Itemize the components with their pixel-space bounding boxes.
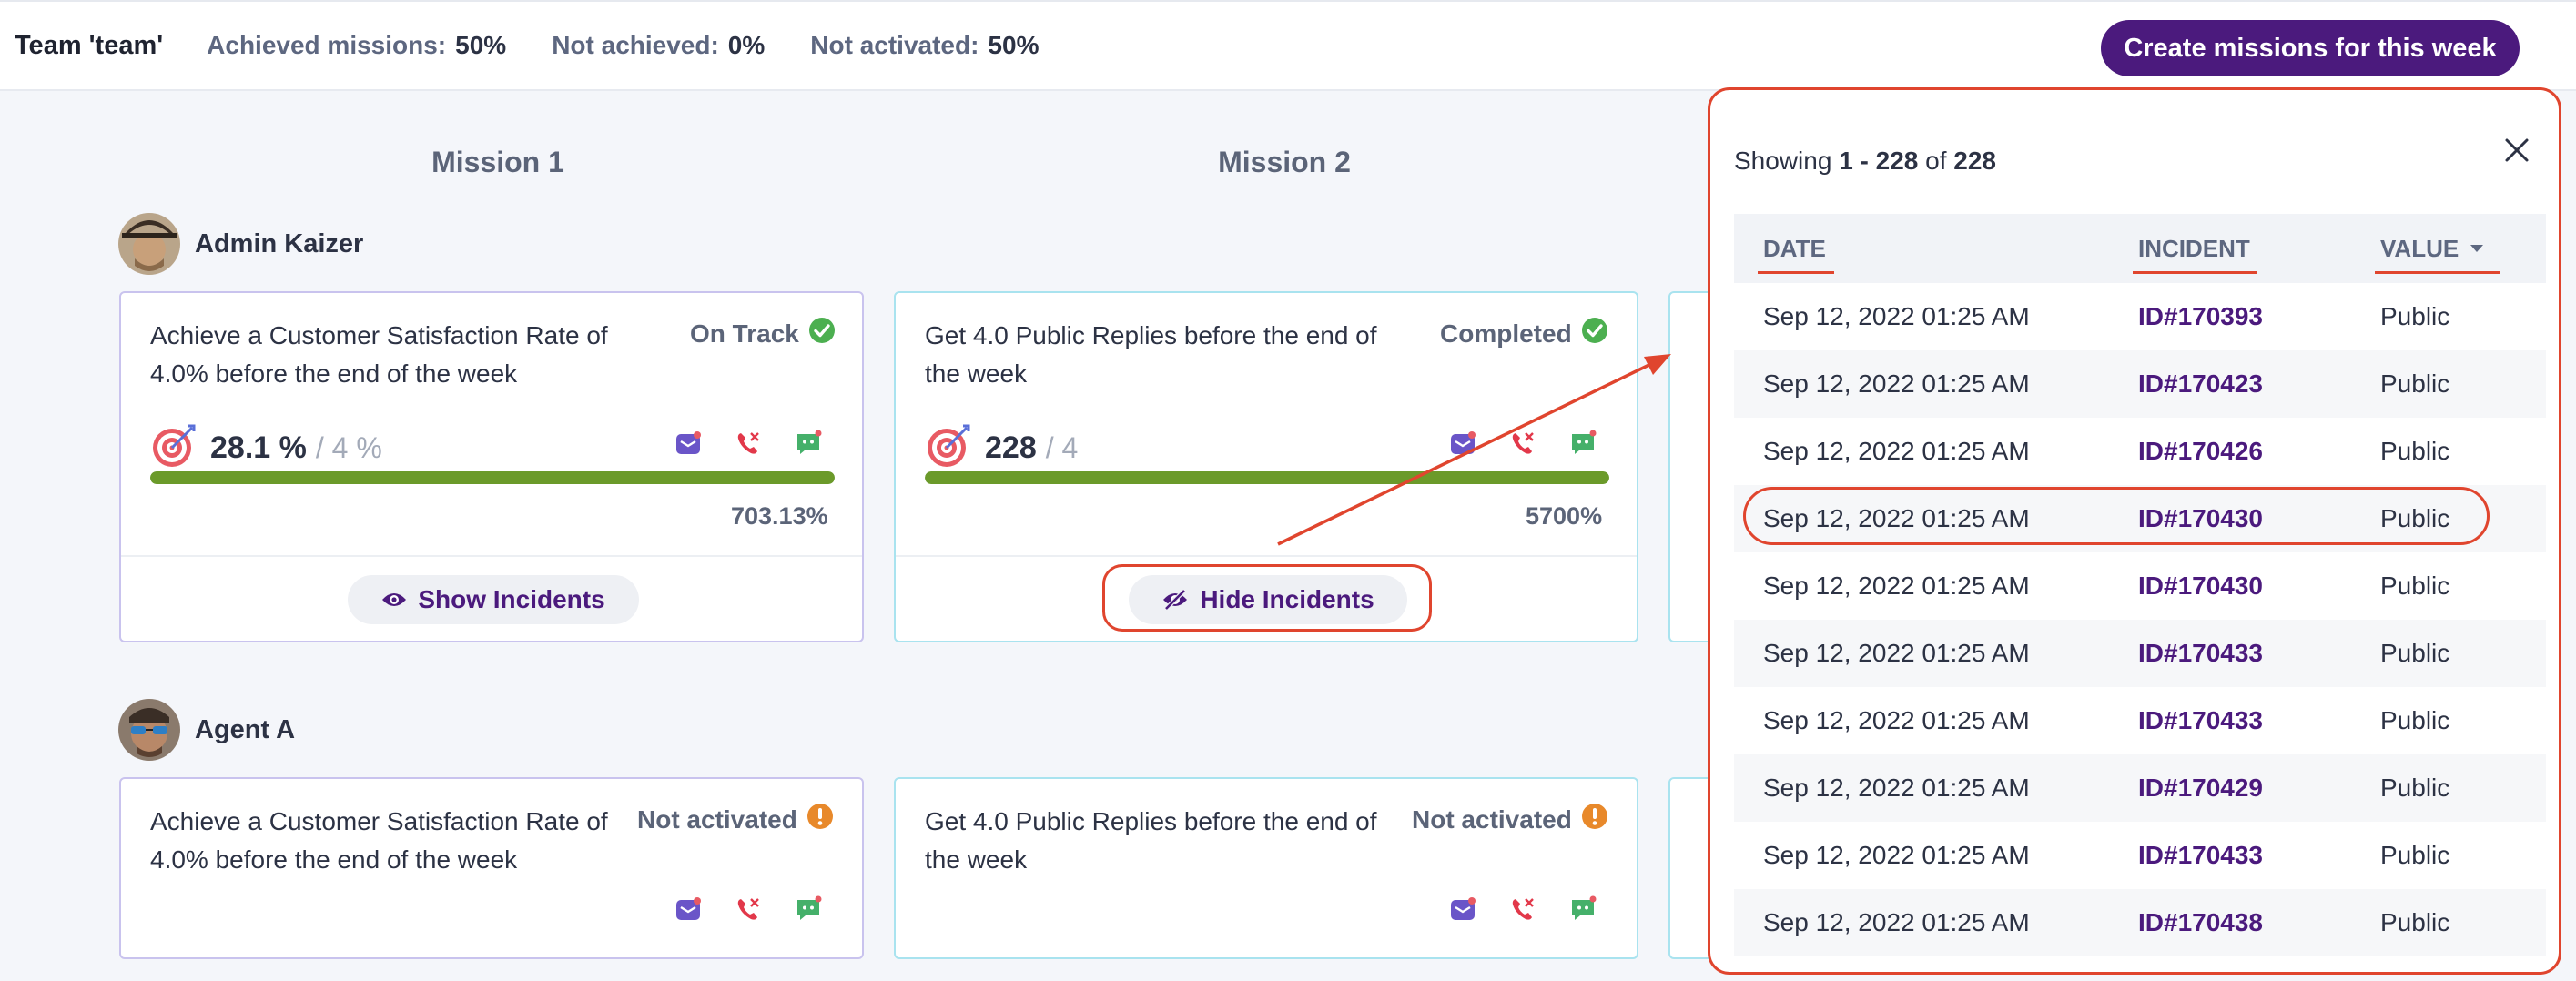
incidents-panel: Showing 1 - 228 of 228 DATE INCIDENT VAL… [1708,87,2561,975]
annotation-underline [2375,270,2500,274]
incident-link[interactable]: ID#170429 [2138,774,2263,803]
column-header-date[interactable]: DATE [1758,235,1834,274]
table-row[interactable]: Sep 12, 2022 01:25 AM ID#170430 Public [1734,552,2546,620]
incidents-table-header: DATE INCIDENT VALUE [1734,214,2546,283]
table-row[interactable]: Sep 12, 2022 01:25 AM ID#170393 Public [1734,283,2546,350]
table-row[interactable]: Sep 12, 2022 01:25 AM ID#170433 Public [1734,822,2546,889]
incident-link[interactable]: ID#170438 [2138,908,2263,937]
table-row[interactable]: Sep 12, 2022 01:25 AM ID#170433 Public [1734,620,2546,687]
table-row[interactable]: Sep 12, 2022 01:25 AM ID#170423 Public [1734,350,2546,418]
table-row[interactable]: Sep 12, 2022 01:25 AM ID#170438 Public [1734,889,2546,956]
column-header-incident[interactable]: INCIDENT [2133,235,2257,274]
incident-link[interactable]: ID#170423 [2138,369,2263,399]
column-header-value[interactable]: VALUE [2375,235,2500,274]
table-row[interactable]: Sep 12, 2022 01:25 AM ID#170426 Public [1734,418,2546,485]
sort-desc-icon[interactable] [2470,244,2484,253]
table-row[interactable]: Sep 12, 2022 01:25 AM ID#170433 Public [1734,687,2546,754]
incident-link[interactable]: ID#170433 [2138,706,2263,735]
annotation-underline [2133,270,2257,274]
incident-link[interactable]: ID#170393 [2138,302,2263,331]
incident-link[interactable]: ID#170433 [2138,841,2263,870]
incidents-count: Showing 1 - 228 of 228 [1734,147,1996,175]
incident-link[interactable]: ID#170433 [2138,639,2263,668]
incident-link[interactable]: ID#170430 [2138,571,2263,601]
annotation-underline [1758,270,1834,274]
annotation-highlight-box [1743,487,2490,545]
close-icon[interactable] [2499,132,2535,168]
table-row[interactable]: Sep 12, 2022 01:25 AM ID#170429 Public [1734,754,2546,822]
incident-link[interactable]: ID#170426 [2138,437,2263,466]
